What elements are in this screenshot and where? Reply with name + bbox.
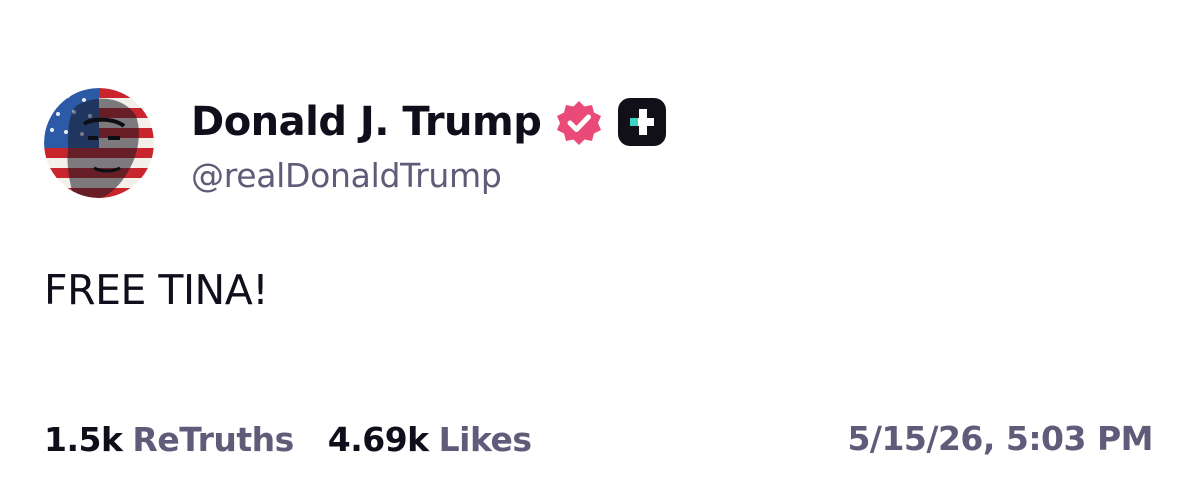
- post-card: Donald J. Trump @realDonaldTrump FREE TI…: [0, 0, 1199, 504]
- retruths-label: ReTruths: [132, 419, 294, 459]
- author-handle[interactable]: @realDonaldTrump: [191, 153, 502, 199]
- post-stats: 1.5k ReTruths 4.69k Likes: [44, 414, 566, 464]
- flag-portrait-avatar: [44, 88, 154, 198]
- likes-count: 4.69k: [327, 419, 429, 459]
- retruths-count: 1.5k: [44, 419, 123, 459]
- post-body-text: FREE TINA!: [44, 266, 269, 314]
- likes-stat[interactable]: 4.69k Likes: [328, 420, 532, 459]
- retruths-stat[interactable]: 1.5k ReTruths: [44, 420, 294, 459]
- post-timestamp: 5/15/26, 5:03 PM: [847, 419, 1153, 458]
- verified-badge-icon: [553, 97, 605, 149]
- author-name[interactable]: Donald J. Trump: [191, 96, 542, 148]
- author-avatar[interactable]: [44, 88, 154, 198]
- truth-plus-badge-icon: [618, 98, 666, 146]
- likes-label: Likes: [438, 419, 532, 459]
